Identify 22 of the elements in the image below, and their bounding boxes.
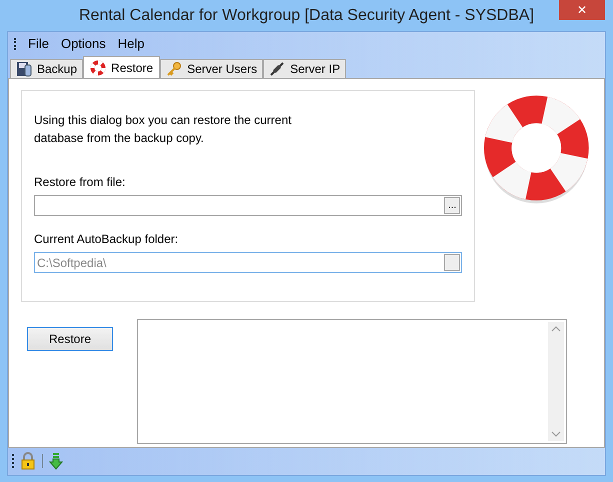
floppy-disk-icon (16, 61, 32, 77)
tab[interactable]: Server IP (263, 59, 346, 78)
tab[interactable]: Restore (83, 56, 160, 78)
browse-button[interactable]: ... (444, 197, 460, 214)
scroll-bar[interactable] (548, 322, 564, 441)
menu-item[interactable]: File (28, 34, 49, 54)
tab[interactable]: Backup (10, 59, 84, 78)
intro-text: Using this dialog box you can restore the current database from the backup copy. (34, 112, 292, 147)
field-label: Restore from file: (34, 174, 126, 191)
tab[interactable]: Server Users (160, 59, 264, 78)
download-arrow-icon[interactable] (49, 452, 63, 470)
padlock-icon[interactable] (20, 452, 36, 470)
field-label: Current AutoBackup folder: (34, 231, 180, 248)
restore-button[interactable]: Restore (27, 327, 113, 351)
close-button[interactable]: ✕ (559, 0, 605, 20)
window-title: Rental Calendar for Workgroup [Data Security Agent - SYSDBA] (78, 6, 534, 26)
menu-item[interactable]: Help (118, 34, 145, 54)
key-icon (166, 61, 182, 77)
lifebuoy-icon (90, 60, 106, 76)
file-input-field[interactable]: ... (34, 195, 462, 216)
menu-item[interactable]: Options (60, 34, 106, 54)
plug-icon (269, 61, 286, 77)
